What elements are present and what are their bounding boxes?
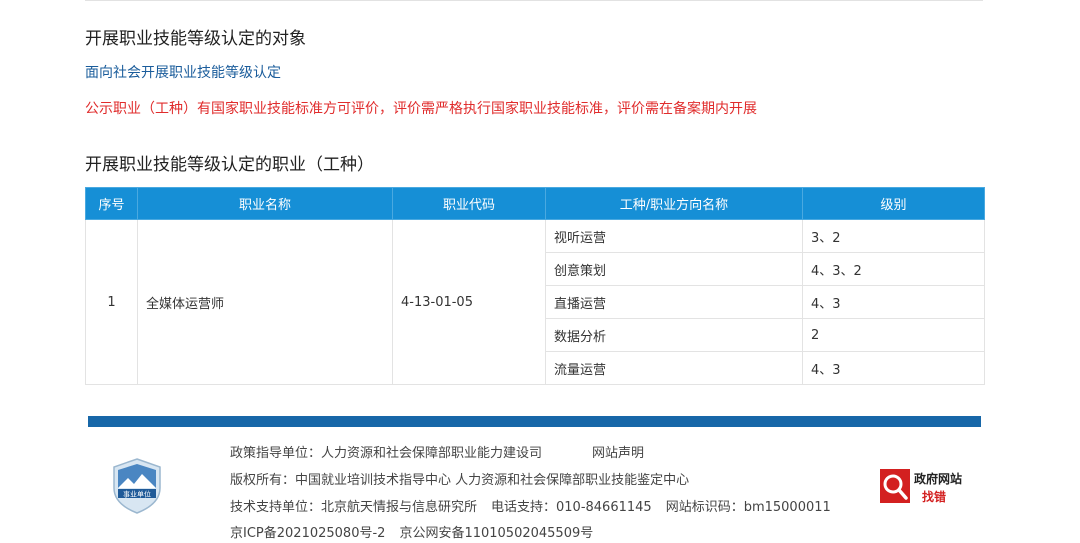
magnifier-icon xyxy=(880,469,910,503)
cell-level: 4、3 xyxy=(802,285,985,319)
occupation-table: 序号 职业名称 职业代码 工种/职业方向名称 级别 1 全媒体运营师 4-13-… xyxy=(85,187,985,385)
footer-copyright: 版权所有：中国就业培训技术指导中心 人力资源和社会保障部职业技能鉴定中心 xyxy=(230,473,690,488)
cell-level: 4、3、2 xyxy=(802,252,985,286)
badge-label: 事业单位 xyxy=(123,490,151,499)
site-statement-link[interactable]: 网站声明 xyxy=(592,446,644,461)
cell-direction: 直播运营 xyxy=(545,285,803,319)
cell-level: 3、2 xyxy=(802,219,985,253)
cell-direction: 创意策划 xyxy=(545,252,803,286)
section-title-target: 开展职业技能等级认定的对象 xyxy=(85,29,306,49)
notice-text: 公示职业（工种）有国家职业技能标准方可评价，评价需严格执行国家职业技能标准，评价… xyxy=(85,101,757,117)
footer-support-unit: 技术支持单位：北京航天情报与信息研究所 xyxy=(230,500,478,515)
police-record-link[interactable]: 京公网安备11010502045509号 xyxy=(399,526,593,541)
cell-level: 2 xyxy=(802,318,985,352)
cell-serial: 1 xyxy=(85,219,138,385)
header-occupation-code: 职业代码 xyxy=(392,187,546,220)
footer-site-id: 网站标识码：bm15000011 xyxy=(665,500,831,515)
header-serial: 序号 xyxy=(85,187,138,220)
table-header-row: 序号 职业名称 职业代码 工种/职业方向名称 级别 xyxy=(85,187,985,220)
header-level: 级别 xyxy=(802,187,985,220)
footer-phone: 电话支持：010-84661145 xyxy=(491,500,652,515)
section-title-occupations: 开展职业技能等级认定的职业（工种） xyxy=(85,155,374,175)
cell-direction: 流量运营 xyxy=(545,351,803,385)
institution-badge-icon: 事业单位 xyxy=(113,458,161,514)
gov-site-error-report-logo[interactable]: 政府网站 找错 xyxy=(878,467,964,505)
scope-link[interactable]: 面向社会开展职业技能等级认定 xyxy=(85,62,281,82)
footer-record-line: 京ICP备2021025080号-2 京公网安备11010502045509号 xyxy=(230,522,593,541)
cell-direction: 视听运营 xyxy=(545,219,803,253)
header-occupation-name: 职业名称 xyxy=(137,187,393,220)
cell-occupation-code: 4-13-01-05 xyxy=(392,219,546,385)
footer-guidance: 政策指导单位：人力资源和社会保障部职业能力建设司 xyxy=(230,446,543,461)
footer-guidance-line: 政策指导单位：人力资源和社会保障部职业能力建设司 网站声明 xyxy=(230,442,644,461)
gov-logo-subtitle: 找错 xyxy=(922,490,947,504)
top-divider xyxy=(85,0,983,1)
icp-link[interactable]: 京ICP备2021025080号-2 xyxy=(230,526,385,541)
cell-occupation-name: 全媒体运营师 xyxy=(137,219,393,385)
cell-level: 4、3 xyxy=(802,351,985,385)
footer-support-line: 技术支持单位：北京航天情报与信息研究所 电话支持：010-84661145 网站标识… xyxy=(230,496,831,515)
table-row: 1 全媒体运营师 4-13-01-05 视听运营 3、2 xyxy=(85,219,985,385)
institution-badge[interactable]: 事业单位 xyxy=(112,458,162,514)
gov-logo-title: 政府网站 xyxy=(914,472,963,486)
header-direction: 工种/职业方向名称 xyxy=(545,187,803,220)
cell-direction: 数据分析 xyxy=(545,318,803,352)
footer-divider-bar xyxy=(88,416,981,427)
